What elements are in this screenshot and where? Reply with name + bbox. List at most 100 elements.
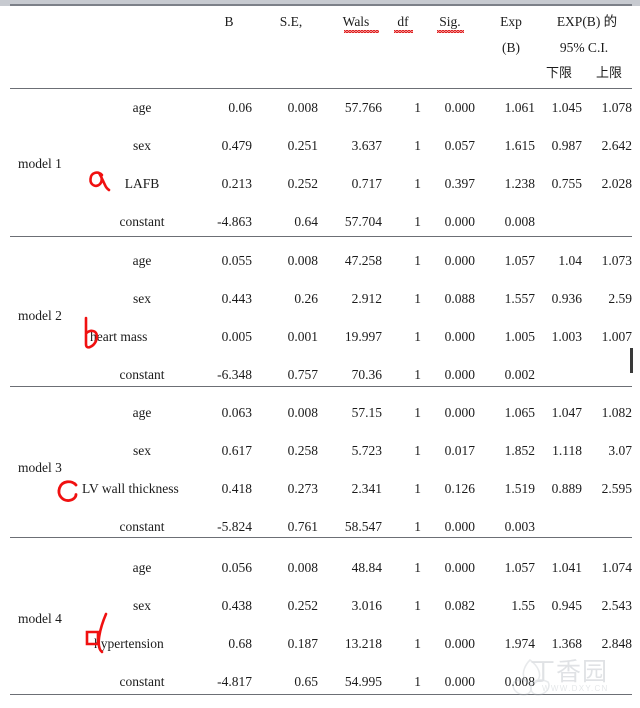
cell-df: 1 [414,176,421,191]
cell-sig: 0.082 [444,598,475,613]
cell-wals: 3.637 [351,138,382,153]
cell-lower: 1.04 [558,253,582,268]
cell-expb: 0.008 [504,674,535,689]
cell-se: 0.008 [287,405,318,420]
regression-results-table: B S.E, Wals df Sig. Exp (B) EXP(B) 的 95%… [0,0,640,708]
row-variable-label: age [132,253,152,268]
cell-upper: 3.07 [608,443,632,458]
cell-expb: 1.005 [504,329,535,344]
row-variable-label: age [132,405,152,420]
cell-se: 0.008 [287,253,318,268]
cell-se: 0.273 [287,481,318,496]
cell-expb: 1.557 [504,291,535,306]
cell-expb: 1.55 [511,598,535,613]
cell-sig: 0.017 [444,443,475,458]
cell-upper: 1.082 [601,405,632,420]
model-label-2: model 2 [18,308,62,323]
cell-wals: 19.997 [344,329,382,344]
row-variable-label: constant [119,674,165,689]
cell-upper: 2.543 [601,598,632,613]
cell-b: 0.005 [221,329,252,344]
cell-df: 1 [414,443,421,458]
cell-df: 1 [414,560,421,575]
cell-upper: 1.078 [601,100,632,115]
cell-expb: 1.057 [504,253,535,268]
cell-b: 0.056 [221,560,252,575]
text-caret-tick [630,348,633,373]
cell-se: 0.251 [287,138,318,153]
model-label-3: model 3 [18,460,62,475]
row-variable-label: constant [119,214,165,229]
cell-b: 0.213 [221,176,252,191]
column-header-df: df [397,14,409,29]
cell-sig: 0.000 [444,253,475,268]
cell-df: 1 [414,636,421,651]
cell-df: 1 [414,598,421,613]
cell-wals: 2.341 [351,481,382,496]
cell-wals: 54.995 [344,674,382,689]
spellcheck-squiggle-sig [437,30,464,33]
cell-df: 1 [414,405,421,420]
cell-b: 0.438 [221,598,252,613]
watermark-brand-text: 丁香园 [530,657,609,686]
cell-df: 1 [414,291,421,306]
row-variable-label: sex [133,291,151,306]
table-bottom-rule [10,694,632,695]
model-3-bottom-rule [10,537,632,538]
cell-expb: 0.003 [504,519,535,534]
cell-sig: 0.000 [444,214,475,229]
cell-wals: 0.717 [351,176,382,191]
cell-sig: 0.000 [444,405,475,420]
cell-lower: 1.118 [552,443,582,458]
model-2-bottom-rule [10,386,632,387]
cell-lower: 0.889 [551,481,582,496]
cell-df: 1 [414,519,421,534]
column-header-expb-line1: Exp [500,14,522,29]
cell-df: 1 [414,100,421,115]
cell-lower: 0.945 [551,598,582,613]
cell-wals: 57.15 [351,405,382,420]
cell-upper: 2.59 [608,291,632,306]
cell-df: 1 [414,329,421,344]
cell-se: 0.757 [287,367,318,382]
cell-upper: 1.073 [601,253,632,268]
column-header-se: S.E, [279,14,303,29]
cell-b: 0.06 [228,100,252,115]
cell-se: 0.761 [287,519,318,534]
cell-expb: 0.008 [504,214,535,229]
cell-expb: 1.061 [504,100,535,115]
cell-sig: 0.000 [444,560,475,575]
cell-df: 1 [414,481,421,496]
cell-lower: 1.041 [551,560,582,575]
cell-expb: 1.615 [504,138,535,153]
row-variable-label: heart mass [90,329,148,344]
cell-sig: 0.000 [444,367,475,382]
cell-lower: 1.003 [551,329,582,344]
cell-lower: 0.755 [551,176,582,191]
cell-lower: 0.936 [551,291,582,306]
cell-sig: 0.000 [444,519,475,534]
ci-header-upper-label: 上限 [595,66,622,81]
cell-wals: 57.704 [344,214,382,229]
ci-header-line2: 95% C.I. [559,40,609,55]
cell-b: 0.418 [221,481,252,496]
cell-wals: 57.766 [344,100,382,115]
cell-b: 0.479 [221,138,252,153]
cell-sig: 0.000 [444,636,475,651]
cell-lower: 0.987 [551,138,582,153]
cell-sig: 0.397 [444,176,475,191]
spellcheck-squiggle-df [394,30,413,33]
row-variable-label: sex [133,598,151,613]
cell-expb: 1.065 [504,405,535,420]
cell-upper: 2.848 [601,636,632,651]
cell-df: 1 [414,253,421,268]
row-variable-label: LAFB [124,176,160,191]
cell-upper: 1.074 [601,560,632,575]
row-variable-label: constant [119,367,165,382]
cell-se: 0.187 [287,636,318,651]
cell-df: 1 [414,674,421,689]
cell-se: 0.252 [287,176,318,191]
cell-expb: 0.002 [504,367,535,382]
cell-se: 0.64 [294,214,318,229]
cell-expb: 1.057 [504,560,535,575]
